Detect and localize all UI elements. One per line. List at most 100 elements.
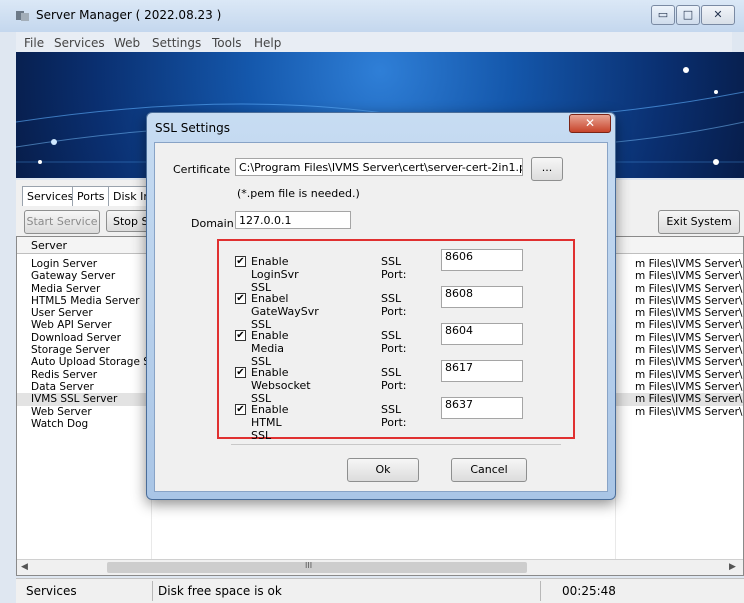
server-name: Redis Server bbox=[31, 368, 98, 381]
pem-hint: (*.pem file is needed.) bbox=[237, 187, 360, 200]
minimize-button[interactable]: ▭ bbox=[651, 5, 675, 25]
server-name: Data Server bbox=[31, 380, 94, 393]
window-title: Server Manager ( 2022.08.23 ) bbox=[36, 8, 222, 22]
enable-ssl-checkbox[interactable]: ✔ bbox=[235, 367, 246, 378]
server-name: Watch Dog bbox=[31, 417, 89, 430]
title-bar[interactable]: Server Manager ( 2022.08.23 ) ▭ □ ✕ bbox=[0, 0, 744, 32]
exit-system-button[interactable]: Exit System bbox=[658, 210, 740, 234]
dialog-close-button[interactable]: ✕ bbox=[569, 114, 611, 133]
ssl-port-label: SSL Port: bbox=[381, 255, 407, 281]
ssl-option-label: Enabel GateWaySvr SSL bbox=[251, 292, 319, 331]
checkmark-icon: ✔ bbox=[236, 404, 245, 415]
cancel-button[interactable]: Cancel bbox=[451, 458, 527, 482]
certificate-path-field[interactable]: C:\Program Files\IVMS Server\cert\server… bbox=[235, 158, 523, 176]
ssl-port-field[interactable]: 8637 bbox=[441, 397, 523, 419]
server-path: m Files\IVMS Server\bin6 bbox=[635, 307, 743, 320]
certificate-label: Certificate bbox=[173, 163, 231, 176]
ssl-option-label: Enable Media SSL bbox=[251, 329, 289, 368]
menu-tools[interactable]: Tools bbox=[212, 36, 242, 50]
enable-ssl-checkbox[interactable]: ✔ bbox=[235, 330, 246, 341]
close-icon: ✕ bbox=[584, 116, 596, 130]
server-path: m Files\IVMS Server\bin6 bbox=[635, 294, 743, 307]
tab-ports[interactable]: Ports bbox=[72, 186, 110, 208]
checkmark-icon: ✔ bbox=[236, 293, 245, 304]
server-path: m Files\IVMS Server\bin6 bbox=[635, 393, 743, 406]
ssl-option-label: Enable LoginSvr SSL bbox=[251, 255, 299, 294]
maximize-icon: □ bbox=[682, 8, 694, 21]
ssl-port-field[interactable]: 8608 bbox=[441, 286, 523, 308]
server-name: Media Server bbox=[31, 282, 101, 295]
horizontal-scrollbar[interactable]: ◀ III ▶ bbox=[17, 559, 743, 575]
ssl-port-field[interactable]: 8606 bbox=[441, 249, 523, 271]
ssl-option-label: Enable HTML SSL bbox=[251, 403, 289, 442]
server-name: Web API Server bbox=[31, 319, 112, 332]
server-name: Storage Server bbox=[31, 344, 110, 357]
enable-ssl-checkbox[interactable]: ✔ bbox=[235, 404, 246, 415]
status-time: 00:25:48 bbox=[562, 584, 616, 598]
enable-ssl-checkbox[interactable]: ✔ bbox=[235, 256, 246, 267]
path-column: m Files\IVMS Server\bin6m Files\IVMS Ser… bbox=[615, 258, 743, 418]
status-divider bbox=[540, 581, 541, 601]
server-name: HTML5 Media Server bbox=[31, 294, 140, 307]
server-path: m Files\IVMS Server\bin6 bbox=[635, 368, 743, 381]
dialog-body: Certificate C:\Program Files\IVMS Server… bbox=[154, 142, 608, 492]
stop-service-button[interactable]: Stop S bbox=[106, 210, 150, 232]
menu-file[interactable]: File bbox=[24, 36, 44, 50]
enable-ssl-checkbox[interactable]: ✔ bbox=[235, 293, 246, 304]
scrollbar-thumb[interactable]: III bbox=[107, 561, 527, 573]
status-divider bbox=[152, 581, 153, 601]
ssl-port-label: SSL Port: bbox=[381, 292, 407, 318]
maximize-button[interactable]: □ bbox=[676, 5, 700, 25]
server-manager-icon bbox=[16, 11, 29, 21]
scroll-grip-icon: III bbox=[305, 561, 313, 570]
server-path: m Files\IVMS Server\bin6 bbox=[635, 258, 743, 270]
minimize-icon: ▭ bbox=[657, 8, 669, 21]
menu-help[interactable]: Help bbox=[254, 36, 281, 50]
server-name: Gateway Server bbox=[31, 270, 116, 283]
dialog-title: SSL Settings bbox=[155, 121, 230, 135]
server-name: User Server bbox=[31, 307, 93, 320]
ssl-port-field[interactable]: 8617 bbox=[441, 360, 523, 382]
checkmark-icon: ✔ bbox=[236, 330, 245, 341]
column-header-server[interactable]: Server bbox=[31, 239, 67, 252]
scroll-left-icon[interactable]: ◀ bbox=[21, 562, 28, 572]
menu-services[interactable]: Services bbox=[54, 36, 105, 50]
close-icon: ✕ bbox=[713, 8, 723, 21]
server-name: IVMS SSL Server bbox=[31, 393, 118, 406]
ok-button[interactable]: Ok bbox=[347, 458, 419, 482]
server-path: m Files\IVMS Server\bin6 bbox=[635, 380, 743, 393]
checkmark-icon: ✔ bbox=[236, 367, 245, 378]
checkmark-icon: ✔ bbox=[236, 256, 245, 267]
domain-label: Domain bbox=[191, 217, 234, 230]
ssl-option-label: Enable Websocket SSL bbox=[251, 366, 311, 405]
server-path: m Files\IVMS Server\bin6 bbox=[635, 282, 743, 295]
status-bar: Services Disk free space is ok 00:25:48 bbox=[16, 578, 744, 603]
ssl-port-label: SSL Port: bbox=[381, 329, 407, 355]
server-name: Login Server bbox=[31, 258, 98, 270]
ssl-port-field[interactable]: 8604 bbox=[441, 323, 523, 345]
domain-field[interactable]: 127.0.0.1 bbox=[235, 211, 351, 229]
menu-bar: File Services Web Settings Tools Help bbox=[16, 32, 732, 53]
server-path: m Files\IVMS Server\bin6 bbox=[635, 344, 743, 357]
server-path: m Files\IVMS Server\bin6 bbox=[635, 319, 743, 332]
start-service-button[interactable]: Start Service bbox=[24, 210, 100, 234]
status-services: Services bbox=[26, 584, 77, 598]
server-path: m Files\IVMS Server\bin6 bbox=[635, 405, 743, 418]
browse-button[interactable]: ... bbox=[531, 157, 563, 181]
ssl-port-label: SSL Port: bbox=[381, 366, 407, 392]
server-path: m Files\IVMS Server\bin6 bbox=[635, 270, 743, 283]
close-button[interactable]: ✕ bbox=[701, 5, 735, 25]
tab-services[interactable]: Services bbox=[22, 186, 79, 208]
server-path: m Files\IVMS Server\bin6 bbox=[635, 331, 743, 344]
server-name: Download Server bbox=[31, 331, 121, 344]
scroll-right-icon[interactable]: ▶ bbox=[729, 562, 736, 572]
status-disk: Disk free space is ok bbox=[158, 584, 282, 598]
menu-settings[interactable]: Settings bbox=[152, 36, 201, 50]
server-path: m Files\IVMS Server\bin6 bbox=[635, 356, 743, 369]
server-name: Web Server bbox=[31, 405, 92, 418]
separator bbox=[231, 444, 561, 445]
ssl-port-label: SSL Port: bbox=[381, 403, 407, 429]
menu-web[interactable]: Web bbox=[114, 36, 140, 50]
ssl-settings-dialog: SSL Settings ✕ Certificate C:\Program Fi… bbox=[146, 112, 616, 500]
server-name: Auto Upload Storage S... bbox=[31, 356, 160, 369]
